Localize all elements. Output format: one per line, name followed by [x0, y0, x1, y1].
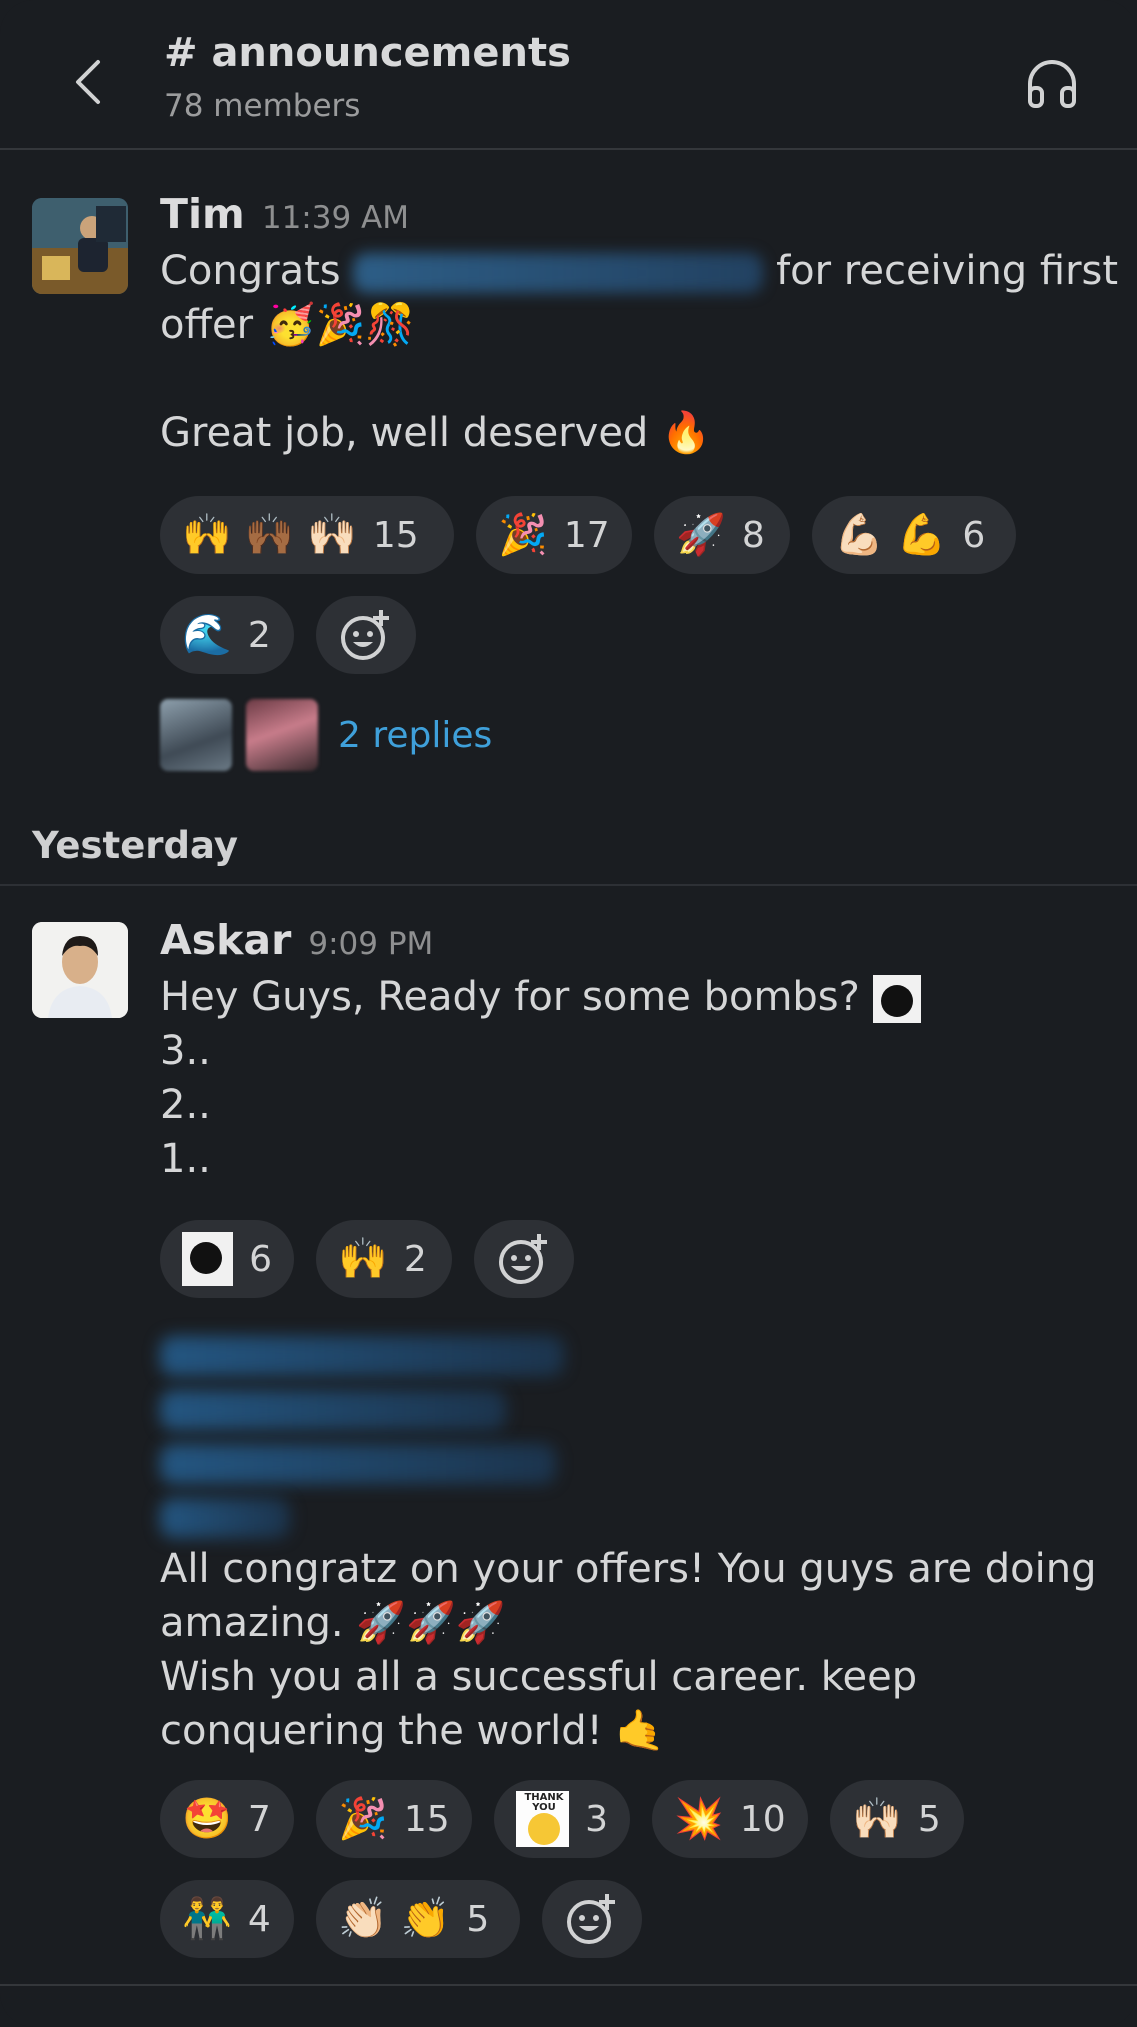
reaction-thank-you[interactable]: THANK YOU 3 [494, 1780, 630, 1858]
message-text: Congrats for receiving first [160, 244, 1118, 298]
reaction-star-struck[interactable]: 🤩 7 [160, 1780, 294, 1858]
headphones-icon[interactable] [1024, 58, 1080, 110]
reaction-count: 15 [403, 1798, 450, 1840]
reaction-count: 17 [563, 514, 610, 556]
reaction-count: 10 [739, 1798, 786, 1840]
channel-header: # announcements 78 members [0, 0, 1137, 150]
message-text-congrats: Congrats [160, 248, 341, 294]
reaction-rocket[interactable]: 🚀 8 [654, 496, 790, 574]
thread-avatar [160, 699, 232, 771]
reaction-count: 2 [247, 614, 271, 656]
reaction-count: 7 [247, 1798, 271, 1840]
member-count[interactable]: 78 members [164, 88, 360, 124]
day-label: Yesterday [32, 824, 238, 867]
add-reaction-button[interactable] [316, 596, 416, 674]
reaction-wave[interactable]: 🌊 2 [160, 596, 294, 674]
reaction-raised-hands[interactable]: 🙌 2 [316, 1220, 452, 1298]
blurred-mention[interactable] [160, 1336, 564, 1376]
star-struck-icon: 🤩 [182, 1796, 232, 1842]
raised-hands-icon: 🙌🏻 [852, 1796, 902, 1842]
reaction-count: 5 [917, 1798, 941, 1840]
bomb-icon [182, 1232, 234, 1286]
message-text-line: 2.. [160, 1082, 211, 1128]
reaction-count: 4 [247, 1898, 271, 1940]
message-text-line: All congratz on your offers! You guys ar… [160, 1546, 1097, 1592]
message-time[interactable]: 11:39 AM [262, 200, 409, 236]
back-arrow-icon[interactable] [70, 58, 106, 106]
reaction-bomb[interactable]: 6 [160, 1220, 294, 1298]
reaction-count: 8 [741, 514, 765, 556]
collision-icon: 💥 [674, 1796, 724, 1842]
reaction-clap[interactable]: 👏🏻 👏 5 [316, 1880, 520, 1958]
message-text-line: 1.. [160, 1136, 211, 1182]
reaction-count: 2 [403, 1238, 427, 1280]
message-text-line: Wish you all a successful career. keep [160, 1654, 918, 1700]
message-text-body: All congratz on your offers! You guys ar… [160, 1542, 1113, 1758]
blurred-mention[interactable] [160, 1390, 506, 1430]
clapping-hands-icon: 👏🏻 👏 [338, 1896, 451, 1942]
add-emoji-icon [567, 1894, 615, 1944]
message-composer-edge [0, 1984, 1137, 2027]
thread-avatar [246, 699, 318, 771]
reaction-collision[interactable]: 💥 10 [652, 1780, 808, 1858]
thank-you-icon: THANK YOU [516, 1791, 570, 1847]
reaction-raised-hands-light[interactable]: 🙌🏻 5 [830, 1780, 964, 1858]
reaction-count: 15 [372, 514, 419, 556]
wave-icon: 🌊 [182, 612, 232, 658]
blurred-mention[interactable] [160, 1444, 556, 1484]
party-popper-icon: 🎉 [498, 512, 548, 558]
message-text-offer: for receiving first [776, 248, 1119, 294]
message-author[interactable]: Askar [160, 916, 291, 964]
add-reaction-button[interactable] [542, 1880, 642, 1958]
raised-hands-icon: 🙌 🙌🏾 🙌🏻 [182, 512, 357, 558]
raised-hands-icon: 🙌 [338, 1236, 388, 1282]
day-separator: Yesterday [0, 820, 1137, 886]
reaction-count: 6 [962, 514, 986, 556]
reaction-muscle[interactable]: 💪🏻 💪 6 [812, 496, 1016, 574]
party-popper-icon: 🎉 [338, 1796, 388, 1842]
reaction-count: 3 [585, 1798, 608, 1840]
message-text-line: amazing. 🚀🚀🚀 [160, 1600, 506, 1646]
flexed-biceps-icon: 💪🏻 💪 [834, 512, 947, 558]
mario-luigi-icon: 👬 [182, 1896, 232, 1942]
message-text-line2: offer 🥳🎉🎊 [160, 302, 416, 348]
reaction-mario-bros[interactable]: 👬 4 [160, 1880, 294, 1958]
message-text-line: 3.. [160, 1028, 211, 1074]
avatar[interactable] [32, 922, 128, 1018]
message-time[interactable]: 9:09 PM [308, 926, 433, 962]
rocket-icon: 🚀 [676, 512, 726, 558]
reaction-count: 5 [466, 1898, 490, 1940]
reaction-raised-hands[interactable]: 🙌 🙌🏾 🙌🏻 15 [160, 496, 454, 574]
add-emoji-icon [499, 1234, 547, 1284]
replies-link[interactable]: 2 replies [338, 715, 492, 756]
app-window: # announcements 78 members Tim 11:39 AM [0, 0, 1137, 2027]
thread-summary[interactable]: 2 replies [160, 698, 492, 772]
avatar[interactable] [32, 198, 128, 294]
blurred-mention[interactable] [160, 1498, 290, 1538]
message-author[interactable]: Tim [160, 190, 245, 238]
bomb-emoji-icon [872, 975, 921, 1023]
channel-title[interactable]: # announcements [164, 30, 571, 76]
reaction-count: 6 [249, 1238, 272, 1280]
reaction-tada[interactable]: 🎉 17 [476, 496, 632, 574]
add-emoji-icon [341, 610, 389, 660]
blurred-mention[interactable] [353, 253, 764, 293]
message-text-line: Hey Guys, Ready for some bombs? [160, 974, 860, 1020]
message-text-line3: Great job, well deserved 🔥 [160, 410, 711, 456]
reaction-tada[interactable]: 🎉 15 [316, 1780, 472, 1858]
message-text-line: conquering the world! 🤙 [160, 1708, 666, 1754]
message-text: Hey Guys, Ready for some bombs? [160, 970, 1113, 1024]
add-reaction-button[interactable] [474, 1220, 574, 1298]
